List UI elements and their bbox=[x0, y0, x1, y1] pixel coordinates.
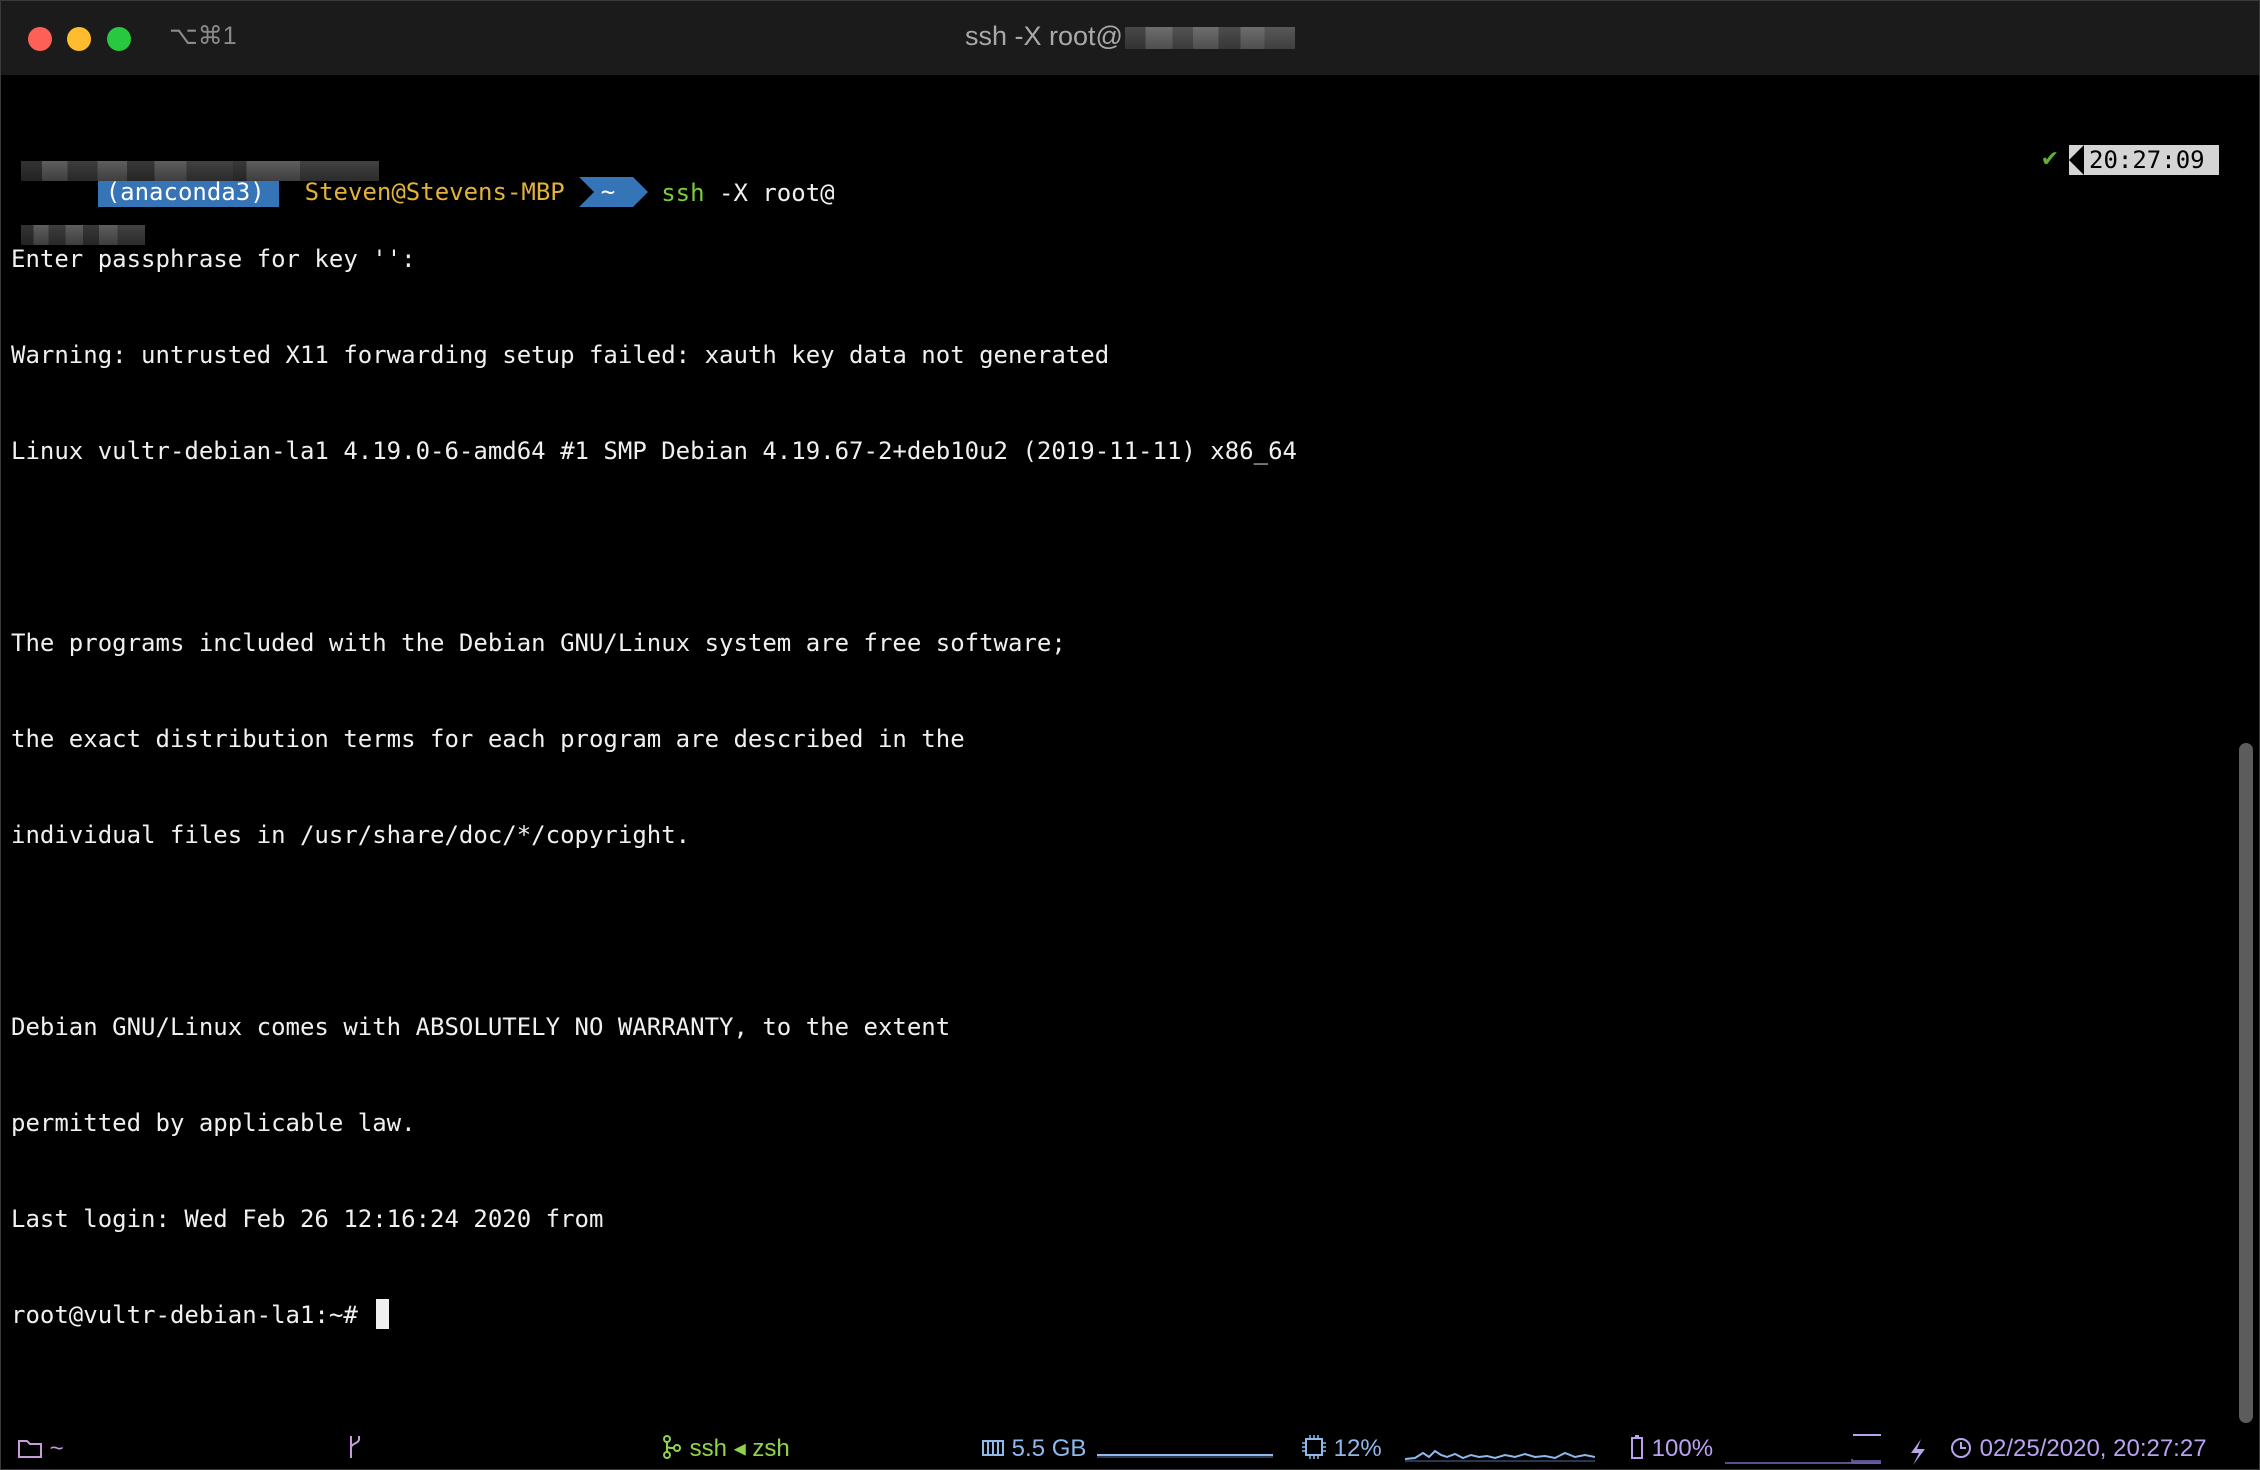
status-directory[interactable]: ~ bbox=[17, 1429, 64, 1469]
title-bar: ⌥⌘1 ssh -X root@ bbox=[1, 1, 2259, 75]
user-host-segment: Steven@Stevens-MBP bbox=[278, 177, 579, 207]
status-memory-label: 5.5 GB bbox=[1011, 1435, 1087, 1462]
output-line: Last login: Wed Feb 26 12:16:24 2020 fro… bbox=[11, 161, 2219, 1235]
job-tree-icon bbox=[663, 1435, 681, 1459]
status-bar: ~ ssh ◂ zsh 5.5 GB 12% 100% 02/25/2020, … bbox=[1, 1429, 2259, 1469]
clock-icon bbox=[1951, 1438, 1971, 1458]
memory-icon bbox=[982, 1440, 1004, 1456]
prompt-time: 20:27:09 bbox=[2069, 145, 2219, 175]
last-login-text: Last login: Wed Feb 26 12:16:24 2020 fro… bbox=[11, 1205, 618, 1233]
output-line: Enter passphrase for key ' ': bbox=[11, 161, 2219, 275]
redacted-ip bbox=[21, 225, 145, 245]
status-job-label: ssh ◂ zsh bbox=[689, 1435, 790, 1462]
output-blank bbox=[11, 915, 2219, 947]
status-check-icon: ✔ bbox=[2040, 147, 2059, 172]
text-cursor bbox=[376, 1299, 390, 1329]
status-cpu[interactable]: 12% bbox=[1301, 1429, 1595, 1469]
conda-env-segment: (anaconda3) bbox=[97, 177, 294, 207]
status-battery[interactable]: 100% bbox=[1629, 1429, 1925, 1469]
status-clock[interactable]: 02/25/2020, 20:27:27 bbox=[1949, 1429, 2207, 1469]
status-battery-label: 100% bbox=[1651, 1435, 1714, 1462]
window-title-text: ssh -X root@ bbox=[965, 21, 1123, 51]
window-title: ssh -X root@ bbox=[1, 21, 2259, 52]
status-memory[interactable]: 5.5 GB bbox=[981, 1429, 1273, 1469]
git-branch-icon bbox=[350, 1436, 360, 1458]
battery-icon bbox=[1631, 1435, 1643, 1459]
output-line: Warning: untrusted X11 forwarding setup … bbox=[11, 341, 1110, 369]
terminal-output[interactable]: (anaconda3) Steven@Stevens-MBP ~ ssh -X roo… bbox=[11, 81, 2219, 1395]
output-line: The programs included with the Debian GN… bbox=[11, 629, 1066, 657]
command-args: -X root@ bbox=[704, 179, 835, 207]
remote-prompt-line[interactable]: root@vultr-debian-la1:~# bbox=[11, 1299, 2219, 1331]
status-clock-label: 02/25/2020, 20:27:27 bbox=[1979, 1435, 2207, 1462]
output-line: Debian GNU/Linux comes with ABSOLUTELY N… bbox=[11, 1013, 951, 1041]
cpu-icon bbox=[1302, 1435, 1326, 1459]
redacted-host bbox=[1124, 26, 1295, 49]
terminal-window: ⌥⌘1 ssh -X root@ (anaconda3) Steven@Steve… bbox=[0, 0, 2260, 1470]
directory-segment: ~ bbox=[578, 177, 649, 207]
status-job[interactable]: ssh ◂ zsh bbox=[661, 1429, 790, 1469]
cpu-sparkline bbox=[1405, 1449, 1595, 1462]
output-line: the exact distribution terms for each pr… bbox=[11, 725, 965, 753]
output-line: permitted by applicable law. bbox=[11, 1109, 416, 1137]
output-line: individual files in /usr/share/doc/*/cop… bbox=[11, 821, 691, 849]
remote-prompt: root@vultr-debian-la1:~# bbox=[11, 1301, 358, 1329]
output-blank bbox=[11, 531, 2219, 563]
output-line: Linux vultr-debian-la1 4.19.0-6-amd64 #1… bbox=[11, 437, 1297, 465]
battery-sparkline bbox=[1725, 1434, 1925, 1465]
command-name: ssh bbox=[661, 179, 705, 207]
scrollbar-thumb[interactable] bbox=[2239, 743, 2253, 1423]
status-git[interactable] bbox=[345, 1429, 365, 1469]
status-cpu-label: 12% bbox=[1333, 1435, 1382, 1462]
memory-sparkline bbox=[1097, 1454, 1273, 1458]
status-directory-label: ~ bbox=[49, 1435, 64, 1462]
redacted-source-ip bbox=[21, 161, 233, 181]
passphrase-suffix: ': bbox=[386, 245, 416, 273]
folder-icon bbox=[18, 1440, 42, 1458]
command: ssh -X root@ bbox=[21, 178, 835, 245]
